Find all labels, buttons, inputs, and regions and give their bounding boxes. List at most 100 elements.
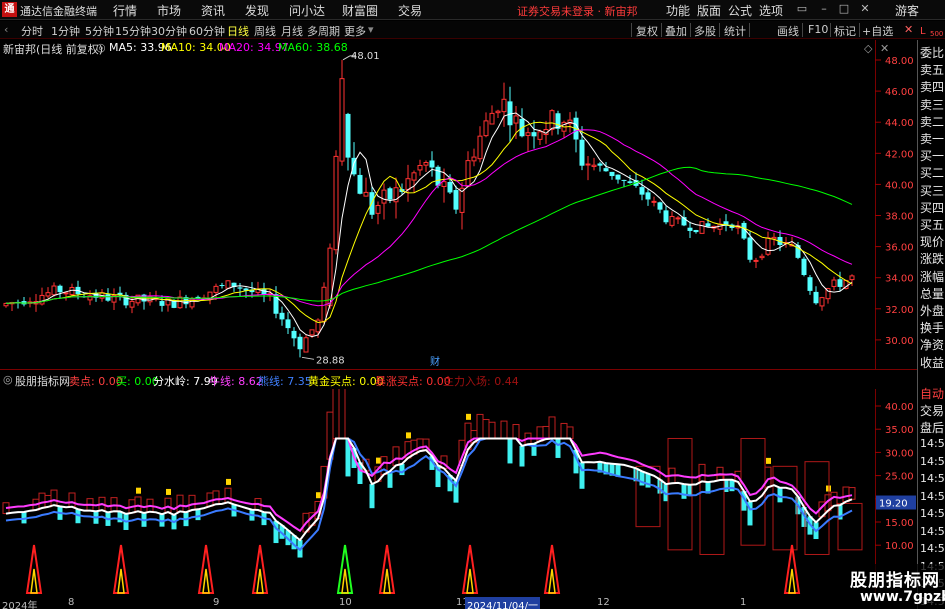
tool-adjust[interactable]: 复权 xyxy=(636,23,658,39)
panel-tab[interactable]: 自动 xyxy=(920,385,945,402)
bull-bar xyxy=(764,466,772,488)
candle-body xyxy=(39,294,45,305)
menu-news[interactable]: 资讯 xyxy=(201,2,225,19)
tab-5min[interactable]: 5分钟 xyxy=(85,23,114,39)
bull-bar xyxy=(848,487,856,500)
candle-body xyxy=(345,113,351,158)
menu-trade[interactable]: 交易 xyxy=(398,2,422,19)
menu-market-quotes[interactable]: 行情 xyxy=(113,2,137,19)
bull-bar xyxy=(842,486,850,503)
candle-body xyxy=(675,217,681,220)
date-label: 2024年 xyxy=(2,601,38,609)
bear-bar xyxy=(369,484,375,509)
quote-field-label: 买四 xyxy=(920,200,945,215)
signal-triangle-inner xyxy=(788,568,796,594)
indicator-value-sell: 卖点: 0.00 xyxy=(69,375,123,388)
candle-body xyxy=(645,192,651,200)
toolbar-divider xyxy=(859,23,860,37)
menu-layout[interactable]: 版面 xyxy=(697,2,721,19)
tool-overlay[interactable]: 叠加 xyxy=(665,23,687,39)
tool-statistics[interactable]: 统计 xyxy=(724,23,746,39)
toolbar-divider xyxy=(802,23,803,37)
candle-body xyxy=(387,188,393,200)
minimize-icon[interactable]: – xyxy=(818,3,830,15)
candle-body xyxy=(501,98,507,113)
quote-field-label: 卖三 xyxy=(920,97,945,112)
quote-field-label: 卖一 xyxy=(920,132,945,146)
menu-wealth-circle[interactable]: 财富圈 xyxy=(342,2,378,19)
close-toolbar-icon[interactable]: ✕ xyxy=(904,23,913,36)
more-dropdown-icon[interactable]: ▾ xyxy=(368,23,374,36)
signal-triangle-inner xyxy=(30,568,38,594)
panel-tab[interactable]: 交易 xyxy=(920,402,945,419)
bull-bar xyxy=(488,421,496,439)
indicator-name[interactable]: 股朋指标网 xyxy=(15,373,70,389)
menu-formula[interactable]: 公式 xyxy=(728,2,752,19)
candle-body xyxy=(849,275,855,281)
tool-multi-stock[interactable]: 多股 xyxy=(694,23,716,39)
tab-1min[interactable]: 1分钟 xyxy=(51,23,80,39)
tab-multi-period[interactable]: 多周期 xyxy=(307,23,340,39)
menu-options[interactable]: 选项 xyxy=(759,2,783,19)
tool-mark[interactable]: 标记 xyxy=(834,23,856,39)
candle-body xyxy=(423,162,429,166)
tab-intraday[interactable]: 分时 xyxy=(21,23,43,39)
tab-weekly[interactable]: 周线 xyxy=(254,23,276,39)
tab-60min[interactable]: 60分钟 xyxy=(189,23,225,39)
bull-bar xyxy=(212,490,220,505)
tab-more[interactable]: 更多 xyxy=(344,23,366,39)
app-logo-icon[interactable]: 通 xyxy=(2,2,17,17)
toolbar-divider xyxy=(631,23,632,37)
indicator-value-bull-line: 牛线: 8.62 xyxy=(209,375,263,388)
indicator-chart[interactable]: 40.0035.0030.0025.0020.0015.0010.0019.20 xyxy=(0,389,917,597)
menu-ask[interactable]: 问小达 xyxy=(289,2,325,19)
menu-discover[interactable]: 发现 xyxy=(245,2,269,19)
low-price-label: 28.88 xyxy=(316,355,345,366)
y-tick-label: 46.00 xyxy=(885,87,914,98)
candle-body xyxy=(375,204,381,214)
candle-body xyxy=(597,163,603,166)
candle-body xyxy=(291,330,297,339)
candle-body xyxy=(303,337,309,353)
bull-bar xyxy=(176,494,184,512)
menu-market[interactable]: 市场 xyxy=(157,2,181,19)
candle-body xyxy=(471,156,477,162)
close-icon[interactable]: ✕ xyxy=(859,3,871,15)
candle-body xyxy=(225,280,231,289)
y-tick-label: 40.00 xyxy=(885,180,914,191)
quote-field-label: 买五 xyxy=(920,218,945,232)
quote-field-label: 卖四 xyxy=(920,80,945,95)
tool-draw-line[interactable]: 画线 xyxy=(777,23,799,39)
candle-body xyxy=(417,165,423,171)
maximize-icon[interactable]: □ xyxy=(838,3,850,15)
candle-body xyxy=(663,210,669,223)
golden-marker xyxy=(136,487,141,494)
indicator-value-main-force: 主力入场: 0.44 xyxy=(443,375,519,388)
menu-function[interactable]: 功能 xyxy=(666,2,690,19)
y-tick-label: 38.00 xyxy=(885,212,914,223)
candle-body xyxy=(63,292,69,295)
candle-body xyxy=(105,294,111,301)
toolbar-left-icon[interactable]: ‹ xyxy=(4,23,8,36)
tab-daily[interactable]: 日线 xyxy=(227,23,249,39)
candlestick-chart[interactable]: 48.00 46.00 44.00 42.00 40.00 38.00 36.00 34.00… xyxy=(0,40,917,370)
tool-add-watchlist[interactable]: +自选 xyxy=(862,23,893,39)
panel-tab[interactable]: 盘后 xyxy=(920,419,945,436)
indicator-settings-icon[interactable]: ◎ xyxy=(3,373,13,386)
quote-field-label: 换手 xyxy=(920,321,945,336)
toolbar-divider xyxy=(749,23,750,37)
tool-f10[interactable]: F10 xyxy=(808,23,828,36)
toolbar-divider xyxy=(661,23,662,37)
quote-side-panel: L 500 委比 卖五 卖四 卖三 卖二 卖一 买一 买二 买三 买四 买五 现价 涨跌 涨幅 总量 外盘 换手… xyxy=(917,26,945,609)
candle-body xyxy=(615,174,621,180)
main-force-box xyxy=(699,475,725,555)
guest-login[interactable]: 游客 xyxy=(895,2,919,19)
restore-icon[interactable]: ▭ xyxy=(796,3,808,15)
candle-body xyxy=(771,236,777,240)
tab-15min[interactable]: 15分钟 xyxy=(115,23,151,39)
golden-marker xyxy=(316,492,321,499)
tab-monthly[interactable]: 月线 xyxy=(281,23,303,39)
candle-body xyxy=(357,174,363,194)
bear-bar xyxy=(555,438,561,458)
tab-30min[interactable]: 30分钟 xyxy=(151,23,187,39)
